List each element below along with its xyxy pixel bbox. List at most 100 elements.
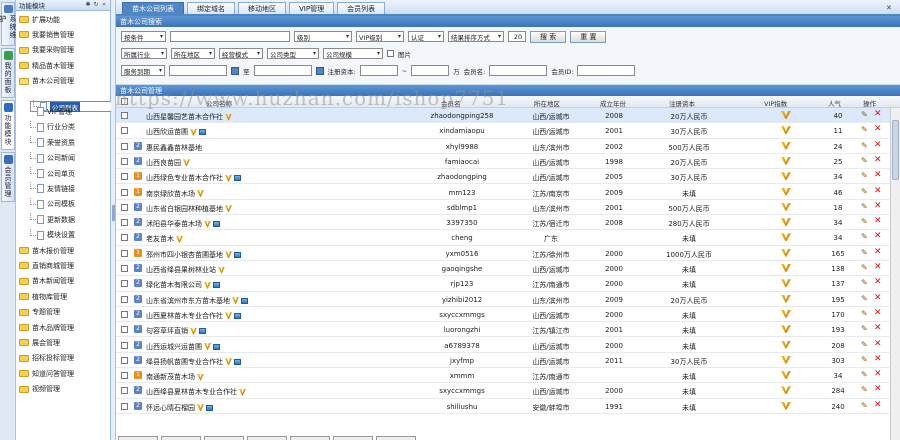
- table-row[interactable]: 2 老友苗木 cheng 广东 未填 34 ✎ ✕: [116, 230, 900, 246]
- edit-icon[interactable]: ✎: [861, 340, 871, 350]
- row-checkbox[interactable]: [121, 249, 128, 257]
- page-size-input[interactable]: 20: [508, 31, 526, 42]
- table-row[interactable]: 1 南通新茂苗木场 xmmm 江苏/南通市 未填 34 ✎ ✕: [116, 368, 900, 384]
- table-row[interactable]: 2 山西夏林苗木专业合作社 sxyccxmmgs 山西/运城市 2000 未填 170 ✎ ✕: [116, 307, 900, 323]
- member-id-input[interactable]: [577, 65, 636, 76]
- col-region[interactable]: 所在地区: [534, 98, 560, 108]
- delete-icon[interactable]: ✕: [874, 262, 884, 272]
- delete-icon[interactable]: ✕: [874, 216, 884, 226]
- table-row[interactable]: 2 山西绛县夏林苗木专业合作社 sxyccxmmgs 山西/运城市 2000 未填 284 ✎…: [116, 383, 900, 399]
- company-name-cell[interactable]: 山西欣运苗圃: [146, 127, 206, 137]
- company-name-cell[interactable]: 南通新茂苗木场: [146, 372, 204, 382]
- edit-icon[interactable]: ✎: [861, 141, 871, 151]
- tree-item[interactable]: 公司单页: [30, 167, 75, 180]
- module-tab-3[interactable]: 会员管理: [1, 152, 15, 202]
- delete-icon[interactable]: ✕: [874, 400, 884, 410]
- company-name[interactable]: 邳州市四小银杏苗圃基地: [146, 251, 223, 259]
- edit-icon[interactable]: ✎: [861, 294, 871, 304]
- module-tab-1[interactable]: 我的面板: [1, 48, 15, 98]
- edit-icon[interactable]: ✎: [861, 232, 871, 242]
- tree-item[interactable]: 公司模板: [30, 197, 75, 211]
- row-checkbox[interactable]: [121, 310, 128, 318]
- delete-icon[interactable]: ✕: [874, 155, 884, 165]
- row-checkbox[interactable]: [121, 387, 128, 395]
- edit-icon[interactable]: ✎: [861, 171, 871, 181]
- row-checkbox[interactable]: [121, 295, 128, 303]
- footer-button[interactable]: [161, 436, 201, 440]
- calendar-to-icon[interactable]: [315, 66, 324, 75]
- capital-max-input[interactable]: [411, 65, 450, 76]
- table-row[interactable]: 2 惠民鑫鑫苗林基地 xhyl9988 山东/滨州市 2002 500万人民币 24 ✎ ✕: [116, 139, 900, 154]
- tab-0[interactable]: 苗木公司列表: [122, 2, 184, 14]
- col-year[interactable]: 成立年份: [600, 98, 626, 108]
- select-all-checkbox[interactable]: [121, 98, 128, 105]
- module-tab-0[interactable]: 系统维护: [0, 2, 17, 46]
- delete-icon[interactable]: ✕: [874, 354, 884, 364]
- table-row[interactable]: 1 南京绿欣苗木场 mm123 江苏/南京市 2009 未填 46 ✎ ✕: [116, 185, 900, 200]
- date-from-input[interactable]: [169, 65, 227, 76]
- industry-select[interactable]: 所属行业: [121, 48, 167, 59]
- footer-button[interactable]: [204, 436, 244, 440]
- company-name[interactable]: 山西绿色专业苗木合作社: [146, 174, 223, 182]
- tree-item[interactable]: 苗木报价管理: [19, 244, 74, 257]
- row-checkbox[interactable]: [121, 127, 128, 135]
- vip-level-select[interactable]: VIP级别: [356, 31, 404, 42]
- company-name[interactable]: 山西绛县夏林苗木专业合作社: [146, 388, 237, 396]
- company-name-cell[interactable]: 惠民鑫鑫苗林基地: [146, 143, 202, 153]
- col-vip[interactable]: VIP指数: [764, 98, 787, 108]
- tree-item[interactable]: 公司新闻: [30, 151, 75, 165]
- level-select[interactable]: 级别: [294, 31, 352, 42]
- edit-icon[interactable]: ✎: [861, 156, 871, 166]
- row-checkbox[interactable]: [121, 219, 128, 227]
- col-name[interactable]: 公司名称: [206, 98, 232, 108]
- picture-checkbox[interactable]: [387, 50, 394, 57]
- table-row[interactable]: 2 绛县扬帆苗圃专业合作社 jxyfmp 山西/运城市 2011 30万人民币 303 ✎ ✕: [116, 353, 900, 369]
- company-scale-select[interactable]: 公司规模: [323, 48, 383, 59]
- edit-icon[interactable]: ✎: [861, 324, 871, 334]
- tree-item[interactable]: 我要销售管理: [19, 28, 74, 41]
- delete-icon[interactable]: ✕: [874, 277, 884, 287]
- collapse-icon[interactable]: «: [101, 2, 107, 8]
- calendar-from-icon[interactable]: [231, 66, 239, 75]
- row-checkbox[interactable]: [121, 326, 128, 334]
- edit-icon[interactable]: ✎: [861, 110, 871, 120]
- row-checkbox[interactable]: [121, 157, 128, 165]
- delete-icon[interactable]: ✕: [874, 339, 884, 349]
- company-name-cell[interactable]: 山东省滨州市东方苗木基地: [146, 296, 248, 306]
- table-row[interactable]: 2 沭阳县华泰苗木场 3397350 江苏/宿迁市 2008 280万人民币 34 ✎ ✕: [116, 215, 900, 231]
- company-name-cell[interactable]: 山西绛县夏林苗木专业合作社: [146, 387, 246, 397]
- tree-item[interactable]: 苗木新闻管理: [19, 275, 74, 288]
- company-name-cell[interactable]: 山东省白银园林种植基地: [146, 204, 232, 214]
- company-name[interactable]: 句容草坪直销: [146, 327, 188, 335]
- company-name[interactable]: 怀远心晴石榴园: [146, 404, 195, 412]
- table-row[interactable]: 2 句容草坪直销 luorongzhi 江苏/镇江市 2001 未填 193 ✎ ✕: [116, 322, 900, 338]
- row-checkbox[interactable]: [121, 356, 128, 364]
- edit-icon[interactable]: ✎: [861, 248, 871, 258]
- footer-button[interactable]: [247, 436, 287, 440]
- edit-icon[interactable]: ✎: [861, 187, 871, 197]
- splitter-grip[interactable]: [112, 205, 115, 221]
- tree-item[interactable]: 扩展功能: [19, 13, 60, 26]
- reset-button[interactable]: 重 置: [570, 30, 607, 43]
- delete-icon[interactable]: ✕: [874, 308, 884, 318]
- company-name-cell[interactable]: 沭阳县华泰苗木场: [146, 219, 220, 229]
- table-row[interactable]: 2 山东省白银园林种植基地 sdblmp1 山东/滨州市 2001 500万人民币 18 ✎ ✕: [116, 200, 900, 216]
- sort-select[interactable]: 结果排序方式: [448, 31, 504, 42]
- member-name-input[interactable]: [489, 65, 548, 76]
- footer-button[interactable]: [118, 436, 158, 440]
- tree-item[interactable]: 展会管理: [19, 336, 60, 349]
- edit-icon[interactable]: ✎: [861, 278, 871, 288]
- delete-icon[interactable]: ✕: [874, 369, 884, 379]
- footer-button[interactable]: [376, 436, 416, 440]
- company-name[interactable]: 山东省白银园林种植基地: [146, 205, 223, 213]
- condition-select[interactable]: 按条件: [121, 31, 166, 42]
- company-name-cell[interactable]: 山西绿色专业苗木合作社: [146, 173, 241, 183]
- company-type-select[interactable]: 公司类型: [267, 48, 319, 59]
- company-name-cell[interactable]: 山西星馨园艺苗木合作社: [146, 112, 232, 122]
- tree-item[interactable]: 更新数据: [30, 213, 75, 226]
- close-tabs-icon[interactable]: ✕: [886, 4, 894, 12]
- delete-icon[interactable]: ✕: [874, 384, 884, 394]
- company-name[interactable]: 惠民鑫鑫苗林基地: [146, 144, 202, 152]
- row-checkbox[interactable]: [121, 280, 128, 288]
- company-name[interactable]: 沭阳县华泰苗木场: [146, 220, 202, 228]
